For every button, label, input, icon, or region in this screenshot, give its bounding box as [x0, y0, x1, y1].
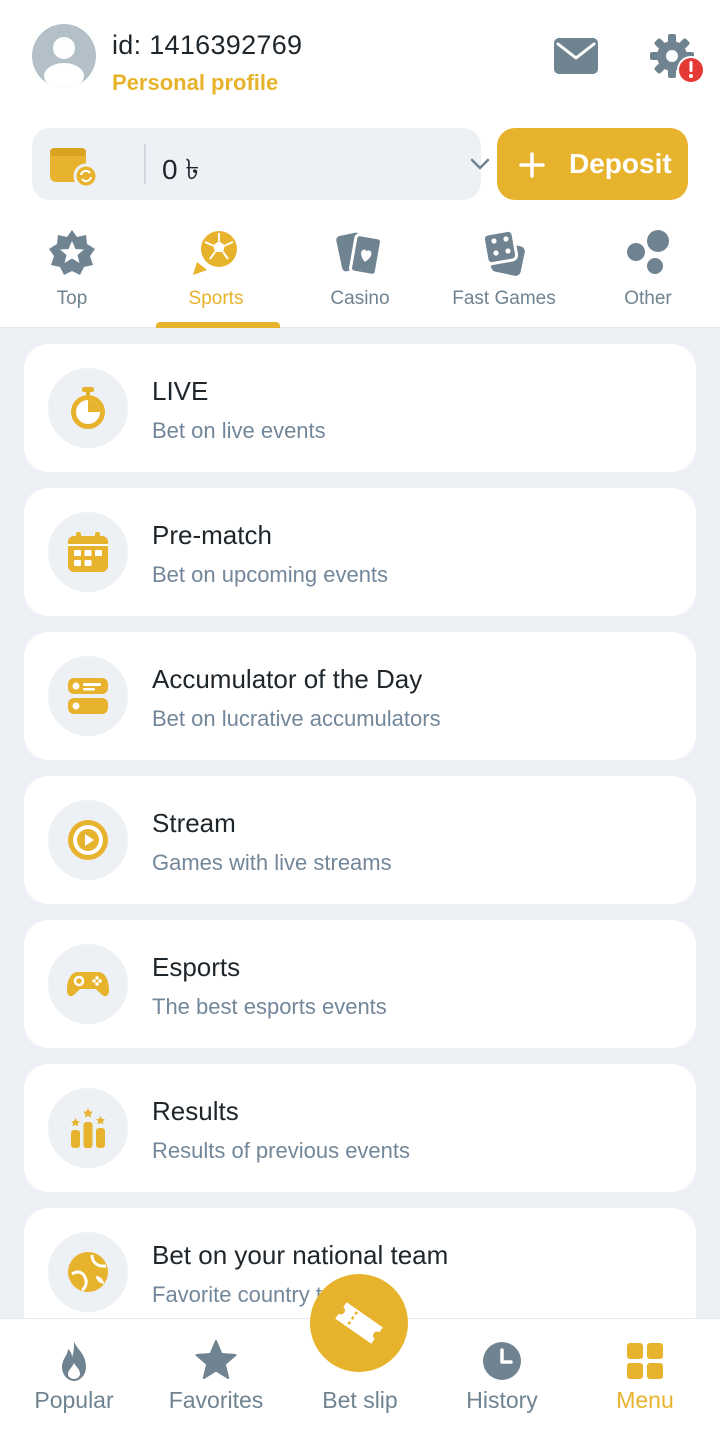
- nav-history[interactable]: History: [430, 1319, 574, 1442]
- clock-icon: [483, 1342, 521, 1380]
- menu-item-subtitle: The best esports events: [152, 994, 387, 1019]
- star-icon: [195, 1340, 237, 1379]
- playing-cards-icon: [336, 232, 383, 277]
- avatar[interactable]: [32, 24, 96, 88]
- menu-item-subtitle: Results of previous events: [152, 1138, 411, 1163]
- dice-icon: [481, 228, 525, 276]
- accumulator-icon: [68, 678, 108, 714]
- play-icon: [68, 820, 108, 860]
- bet-slip-button[interactable]: [310, 1274, 408, 1372]
- menu-item-subtitle: Bet on upcoming events: [152, 562, 389, 587]
- nav-label: Popular: [34, 1387, 114, 1413]
- user-id: id: 1416392769: [112, 30, 303, 60]
- nav-label: Bet slip: [322, 1387, 398, 1413]
- star-badge-icon: [49, 230, 95, 275]
- menu-item-title: Accumulator of the Day: [152, 664, 423, 694]
- deposit-label: Deposit: [569, 148, 672, 179]
- active-tab-indicator: [156, 322, 280, 328]
- tab-label: Top: [56, 288, 88, 309]
- tab-top[interactable]: Top: [0, 220, 144, 328]
- ticket-icon: [335, 1302, 383, 1344]
- mail-icon[interactable]: [552, 32, 600, 80]
- chevron-down-icon: [470, 158, 490, 170]
- tab-label: Sports: [188, 288, 244, 309]
- menu-item-esports[interactable]: Esports The best esports events: [24, 920, 696, 1048]
- menu-item-title: LIVE: [152, 376, 209, 406]
- deposit-button[interactable]: Deposit: [497, 128, 688, 200]
- menu-item-results[interactable]: Results Results of previous events: [24, 1064, 696, 1192]
- settings-gear-icon[interactable]: [646, 30, 706, 86]
- divider: [144, 144, 146, 184]
- nav-favorites[interactable]: Favorites: [144, 1319, 288, 1442]
- menu-item-title: Stream: [152, 808, 236, 838]
- wallet-refresh-icon: [50, 148, 99, 188]
- nav-label: Favorites: [168, 1387, 264, 1413]
- menu-item-title: Esports: [152, 952, 241, 982]
- tab-sports[interactable]: Sports: [144, 220, 288, 328]
- flame-icon: [62, 1341, 86, 1381]
- menu-item-live[interactable]: LIVE Bet on live events: [24, 344, 696, 472]
- national-ball-icon: [68, 1252, 108, 1292]
- balance-selector[interactable]: 0 ৳: [32, 128, 490, 200]
- user-silhouette-icon: [44, 37, 84, 88]
- grid-icon: [627, 1343, 663, 1379]
- menu-item-title: Bet on your national team: [152, 1240, 449, 1270]
- calendar-icon: [68, 532, 108, 572]
- tab-fast-games[interactable]: Fast Games: [432, 220, 576, 328]
- menu-item-subtitle: Bet on live events: [152, 418, 326, 443]
- menu-item-pre-match[interactable]: Pre-match Bet on upcoming events: [24, 488, 696, 616]
- soccer-ball-icon: [193, 231, 237, 275]
- nav-popular[interactable]: Popular: [2, 1319, 146, 1442]
- nav-label: History: [466, 1387, 538, 1413]
- balance-amount: 0 ৳: [162, 154, 200, 185]
- tab-label: Fast Games: [452, 288, 556, 309]
- menu-item-title: Results: [152, 1096, 239, 1126]
- podium-icon: [71, 1108, 105, 1148]
- nav-label: Menu: [616, 1387, 674, 1413]
- stopwatch-icon: [71, 387, 105, 429]
- tab-label: Other: [624, 288, 672, 309]
- header-panel: id: 1416392769 Personal profile 0 ৳ Depo…: [0, 0, 720, 328]
- menu-item-title: Pre-match: [152, 520, 272, 550]
- menu-item-subtitle: Games with live streams: [152, 850, 392, 875]
- alert-badge-icon: [677, 56, 705, 84]
- plus-icon: [519, 152, 545, 178]
- tab-casino[interactable]: Casino: [288, 220, 432, 328]
- category-tabs: Top Sports Casino Fast Games Other: [0, 220, 720, 328]
- gamepad-icon: [67, 972, 109, 997]
- menu-item-subtitle: Bet on lucrative accumulators: [152, 706, 441, 731]
- tab-other[interactable]: Other: [576, 220, 720, 328]
- tab-label: Casino: [330, 288, 390, 309]
- menu-item-stream[interactable]: Stream Games with live streams: [24, 776, 696, 904]
- bubbles-icon: [627, 230, 669, 274]
- menu-item-accumulator[interactable]: Accumulator of the Day Bet on lucrative …: [24, 632, 696, 760]
- nav-menu[interactable]: Menu: [573, 1319, 717, 1442]
- personal-profile-link[interactable]: Personal profile: [112, 70, 278, 96]
